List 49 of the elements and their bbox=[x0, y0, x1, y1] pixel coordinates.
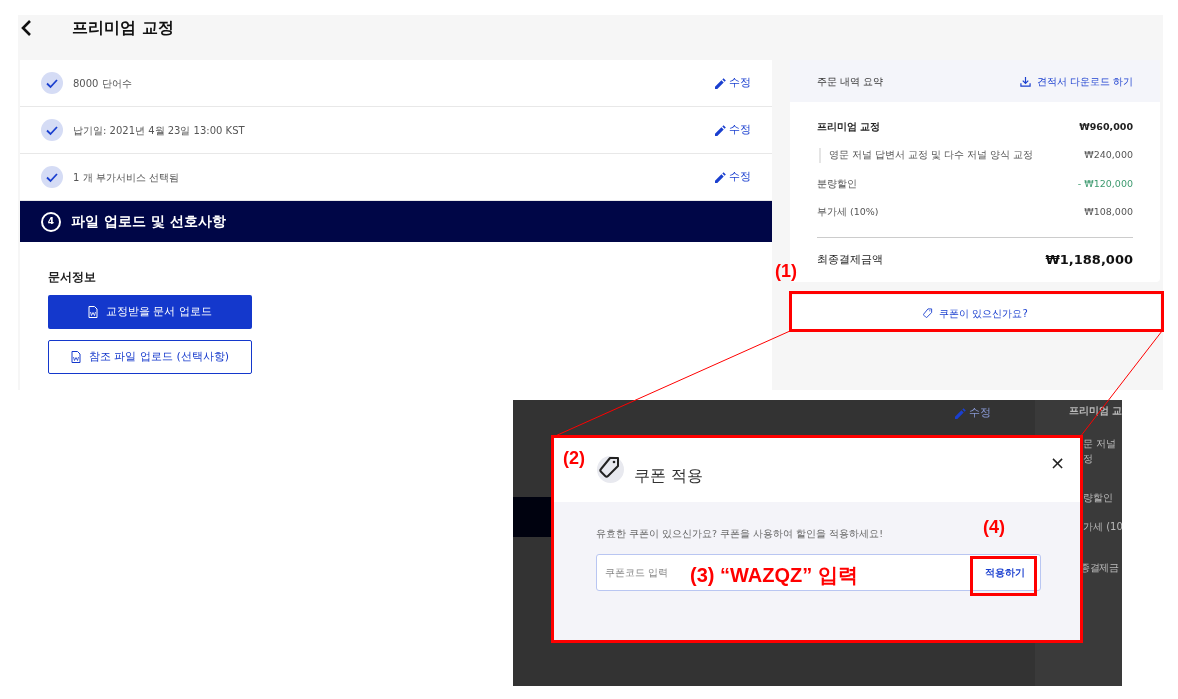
edit-link[interactable]: 수정 bbox=[715, 168, 751, 186]
annotation-label: (3) “WAZQZ” 입력 bbox=[690, 563, 858, 588]
line-item-label: 프리미엄 교정 bbox=[817, 120, 882, 134]
step-summary: 1 개 부가서비스 선택됨 bbox=[73, 170, 179, 185]
download-icon bbox=[1019, 75, 1031, 87]
section-subtitle: 문서정보 bbox=[48, 269, 96, 286]
close-button[interactable]: × bbox=[1049, 449, 1065, 476]
step-number: 4 bbox=[41, 211, 61, 232]
apply-button[interactable]: 적용하기 bbox=[975, 556, 1035, 589]
line-item-label: 분량할인 bbox=[817, 176, 858, 191]
total-label: 최종결제금액 bbox=[817, 251, 883, 268]
edit-link[interactable]: 수정 bbox=[715, 121, 751, 139]
summary-title: 주문 내역 요약 bbox=[817, 74, 884, 89]
step-summary: 8000 단어수 bbox=[73, 76, 132, 91]
annotation-label: (1) bbox=[775, 260, 797, 283]
edit-link[interactable]: 수정 bbox=[715, 74, 751, 92]
document-icon bbox=[88, 306, 98, 318]
pencil-icon bbox=[715, 124, 726, 136]
back-icon[interactable] bbox=[20, 19, 32, 37]
section-title: 파일 업로드 및 선호사항 bbox=[71, 212, 226, 231]
line-item-label: 종결제금 bbox=[1080, 561, 1120, 575]
line-item-label: 정 bbox=[1083, 452, 1094, 466]
line-item-label: 문 저널 bbox=[1083, 437, 1118, 451]
line-item-amount: ₩108,000 bbox=[1084, 204, 1133, 219]
header-bar bbox=[513, 497, 553, 537]
line-item-amount: ₩240,000 bbox=[1084, 148, 1133, 163]
pencil-icon bbox=[715, 77, 726, 89]
pencil-icon bbox=[955, 407, 966, 419]
download-link[interactable]: 견적서 다운로드 하기 bbox=[1019, 73, 1133, 89]
line-item-label: 영문 저널 답변서 교정 및 다수 저널 양식 교정 bbox=[829, 148, 1035, 163]
annotation-label: (2) bbox=[563, 447, 585, 470]
upload-button[interactable]: 교정받을 문서 업로드 bbox=[48, 295, 252, 329]
line-item-label: 부가세 (10%) bbox=[817, 204, 880, 219]
line-item-label: 량할인 bbox=[1083, 491, 1114, 505]
dialog-message: 유효한 쿠폰이 있으신가요? 쿠폰을 사용하여 할인을 적용하세요! bbox=[596, 527, 883, 541]
reference-upload-button[interactable]: 참조 파일 업로드 (선택사항) bbox=[48, 340, 252, 374]
annotation-label: (4) bbox=[983, 516, 1005, 539]
total-amount: ₩1,188,000 bbox=[1045, 251, 1133, 270]
step-summary: 납기일: 2021년 4월 23일 13:00 KST bbox=[73, 123, 245, 138]
page-title: 프리미엄 교정 bbox=[72, 17, 174, 39]
tag-icon bbox=[922, 307, 934, 319]
tag-icon bbox=[597, 456, 621, 480]
line-item-amount: ₩960,000 bbox=[1079, 120, 1133, 134]
coupon-button[interactable]: 쿠폰이 있으신가요? bbox=[790, 295, 1160, 331]
dialog-title: 쿠폰 적용 bbox=[634, 464, 704, 487]
line-item-label: 가세 (10 bbox=[1083, 520, 1122, 534]
pencil-icon bbox=[715, 171, 726, 183]
line-item-amount: - ₩120,000 bbox=[1077, 176, 1133, 191]
document-icon bbox=[70, 351, 81, 363]
